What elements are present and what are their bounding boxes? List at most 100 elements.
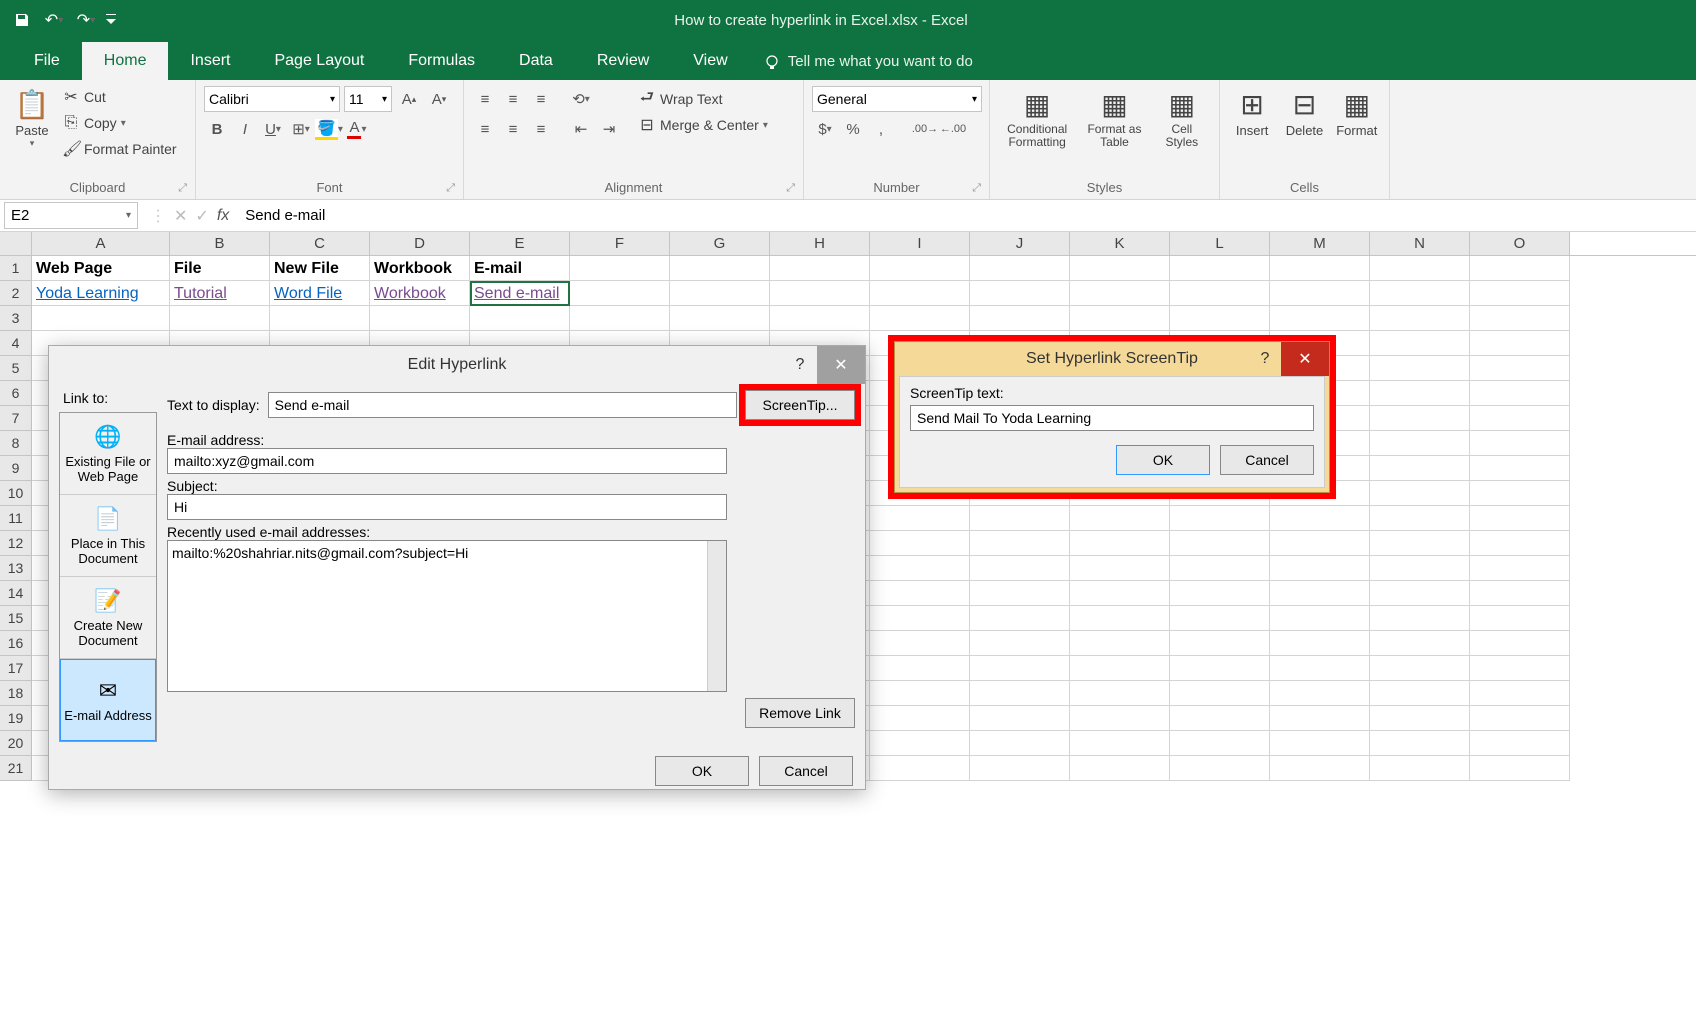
cell[interactable]: Word File xyxy=(270,281,370,306)
dialog-titlebar[interactable]: Edit Hyperlink ? ✕ xyxy=(49,346,865,384)
cell[interactable] xyxy=(1470,306,1570,331)
cell[interactable] xyxy=(1470,556,1570,581)
cell[interactable] xyxy=(570,306,670,331)
cell[interactable] xyxy=(1370,431,1470,456)
cell[interactable] xyxy=(1470,631,1570,656)
cell[interactable] xyxy=(1170,631,1270,656)
cell[interactable] xyxy=(1470,456,1570,481)
cell[interactable] xyxy=(970,631,1070,656)
row-header[interactable]: 15 xyxy=(0,606,32,631)
format-painter-button[interactable]: 🖌Format Painter xyxy=(58,136,181,162)
cell[interactable] xyxy=(1370,706,1470,731)
delete-cells-button[interactable]: ⊟Delete xyxy=(1278,84,1330,142)
cell[interactable] xyxy=(1170,731,1270,756)
cell[interactable] xyxy=(1370,381,1470,406)
border-button[interactable]: ⊞ xyxy=(288,116,314,142)
cell[interactable] xyxy=(870,281,970,306)
cell[interactable] xyxy=(870,706,970,731)
col-header[interactable]: F xyxy=(570,232,670,255)
number-launcher-icon[interactable]: ⤢ xyxy=(972,182,981,195)
recent-emails-listbox[interactable]: mailto:%20shahriar.nits@gmail.com?subjec… xyxy=(167,540,727,692)
cell[interactable] xyxy=(870,531,970,556)
redo-icon[interactable]: ↷ xyxy=(72,6,100,34)
cell[interactable] xyxy=(970,706,1070,731)
font-color-button[interactable]: A xyxy=(344,116,370,142)
cell[interactable]: Tutorial xyxy=(170,281,270,306)
cell[interactable] xyxy=(270,306,370,331)
col-header[interactable]: O xyxy=(1470,232,1570,255)
cell[interactable] xyxy=(870,306,970,331)
col-header[interactable]: A xyxy=(32,232,170,255)
alignment-launcher-icon[interactable]: ⤢ xyxy=(786,182,795,195)
col-header[interactable]: N xyxy=(1370,232,1470,255)
cell[interactable] xyxy=(1170,706,1270,731)
row-header[interactable]: 5 xyxy=(0,356,32,381)
cell[interactable] xyxy=(1470,656,1570,681)
comma-format-icon[interactable]: , xyxy=(868,116,894,142)
cell[interactable] xyxy=(1070,731,1170,756)
decrease-decimal-icon[interactable]: ←.00 xyxy=(940,116,966,142)
col-header[interactable]: D xyxy=(370,232,470,255)
cell-styles-button[interactable]: ▦Cell Styles xyxy=(1154,84,1210,153)
merge-center-button[interactable]: ⊟Merge & Center xyxy=(634,112,772,138)
cancel-formula-icon[interactable]: ✕ xyxy=(174,206,187,226)
cell[interactable] xyxy=(1370,731,1470,756)
cell[interactable] xyxy=(970,581,1070,606)
tab-data[interactable]: Data xyxy=(497,42,575,80)
screentip-help-icon[interactable]: ? xyxy=(1249,342,1281,376)
cell[interactable] xyxy=(1470,731,1570,756)
cell[interactable] xyxy=(1370,606,1470,631)
cell[interactable] xyxy=(1070,581,1170,606)
cell[interactable] xyxy=(170,306,270,331)
decrease-indent-icon[interactable]: ⇤ xyxy=(568,116,594,142)
cell[interactable] xyxy=(1270,706,1370,731)
align-right-icon[interactable]: ≡ xyxy=(528,116,554,142)
cell[interactable] xyxy=(1470,681,1570,706)
cell[interactable] xyxy=(1370,331,1470,356)
row-header[interactable]: 11 xyxy=(0,506,32,531)
cell[interactable] xyxy=(770,256,870,281)
cell[interactable] xyxy=(1070,256,1170,281)
cell[interactable] xyxy=(1070,281,1170,306)
cell[interactable] xyxy=(1170,281,1270,306)
tab-view[interactable]: View xyxy=(671,42,749,80)
cell[interactable] xyxy=(1470,256,1570,281)
cell[interactable] xyxy=(32,306,170,331)
col-header[interactable]: M xyxy=(1270,232,1370,255)
cell[interactable] xyxy=(870,731,970,756)
cell[interactable] xyxy=(670,256,770,281)
cell[interactable] xyxy=(770,281,870,306)
number-format-select[interactable]: General▾ xyxy=(812,86,982,112)
cell[interactable] xyxy=(1270,556,1370,581)
cell[interactable] xyxy=(1470,531,1570,556)
cell[interactable] xyxy=(1370,531,1470,556)
select-all-corner[interactable] xyxy=(0,232,32,255)
conditional-formatting-button[interactable]: ▦Conditional Formatting xyxy=(999,84,1075,153)
cell[interactable] xyxy=(1370,306,1470,331)
name-box[interactable]: E2▾ xyxy=(4,202,138,229)
orientation-icon[interactable]: ⟲ xyxy=(568,86,594,112)
cell[interactable] xyxy=(1070,756,1170,781)
cell[interactable] xyxy=(1270,256,1370,281)
row-header[interactable]: 20 xyxy=(0,731,32,756)
cell[interactable] xyxy=(1070,506,1170,531)
screentip-cancel-button[interactable]: Cancel xyxy=(1220,445,1314,475)
dialog-close-icon[interactable]: ✕ xyxy=(817,346,865,384)
remove-link-button[interactable]: Remove Link xyxy=(745,698,855,728)
cell[interactable] xyxy=(1370,506,1470,531)
cell[interactable] xyxy=(1070,656,1170,681)
linkto-create-new[interactable]: 📝Create New Document xyxy=(60,577,156,659)
cell[interactable] xyxy=(1070,556,1170,581)
underline-button[interactable]: U xyxy=(260,116,286,142)
col-header[interactable]: K xyxy=(1070,232,1170,255)
percent-format-icon[interactable]: % xyxy=(840,116,866,142)
cell[interactable] xyxy=(1170,606,1270,631)
increase-indent-icon[interactable]: ⇥ xyxy=(596,116,622,142)
cell[interactable] xyxy=(770,306,870,331)
cell[interactable] xyxy=(570,281,670,306)
row-header[interactable]: 19 xyxy=(0,706,32,731)
align-middle-icon[interactable]: ≡ xyxy=(500,86,526,112)
cell[interactable] xyxy=(1470,381,1570,406)
clipboard-launcher-icon[interactable]: ⤢ xyxy=(178,182,187,195)
cell[interactable] xyxy=(1370,456,1470,481)
